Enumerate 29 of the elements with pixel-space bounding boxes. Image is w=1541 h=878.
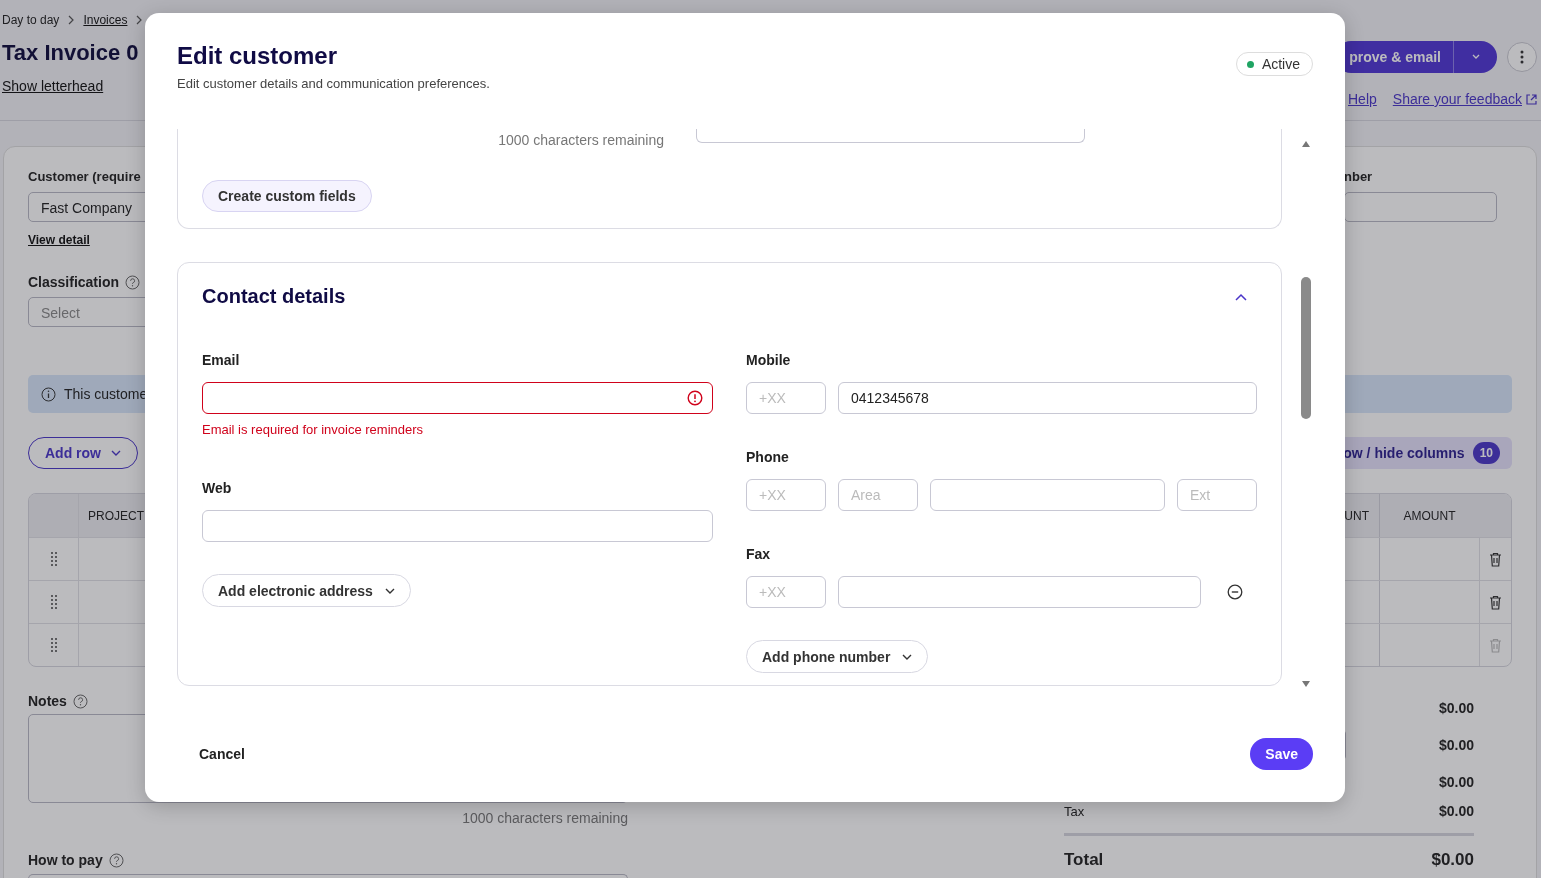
column-header: AMOUNT — [1402, 507, 1457, 525]
total-value: $0.00 — [1431, 850, 1474, 870]
banner-text: This custome — [64, 386, 148, 402]
breadcrumb-item: Day to day — [2, 13, 60, 27]
section-title: Contact details — [202, 285, 346, 308]
column-header: PROJECT — [87, 507, 145, 525]
total-value: $0.00 — [1438, 774, 1474, 790]
tax-label: Tax — [1064, 803, 1085, 819]
character-counter: 1000 characters remaining — [497, 132, 664, 148]
field-label: Phone — [746, 449, 790, 465]
error-message: Email is required for invoice reminders — [202, 422, 425, 437]
field-label: How to pay — [28, 852, 103, 868]
count-badge: 10 — [1472, 442, 1500, 464]
total-value: $0.00 — [1438, 700, 1474, 716]
field-label: Mobile — [746, 352, 792, 368]
field-label: Fax — [746, 546, 772, 562]
page-title: Tax Invoice 0 — [2, 40, 140, 66]
dialog-title: Edit customer — [177, 42, 339, 70]
field-label: Classification — [28, 274, 120, 290]
field-label: Web — [202, 480, 233, 496]
field-label: Notes — [28, 693, 67, 709]
total-value: $0.00 — [1438, 803, 1474, 819]
total-value: $0.00 — [1438, 737, 1474, 753]
field-label: Customer (require — [28, 169, 142, 185]
total-label: Total — [1064, 850, 1104, 870]
field-label: nber — [1344, 169, 1374, 185]
field-label: Email — [202, 352, 241, 368]
dialog-subtitle: Edit customer details and communication preferences. — [177, 76, 490, 91]
character-counter: 1000 characters remaining — [461, 810, 628, 826]
